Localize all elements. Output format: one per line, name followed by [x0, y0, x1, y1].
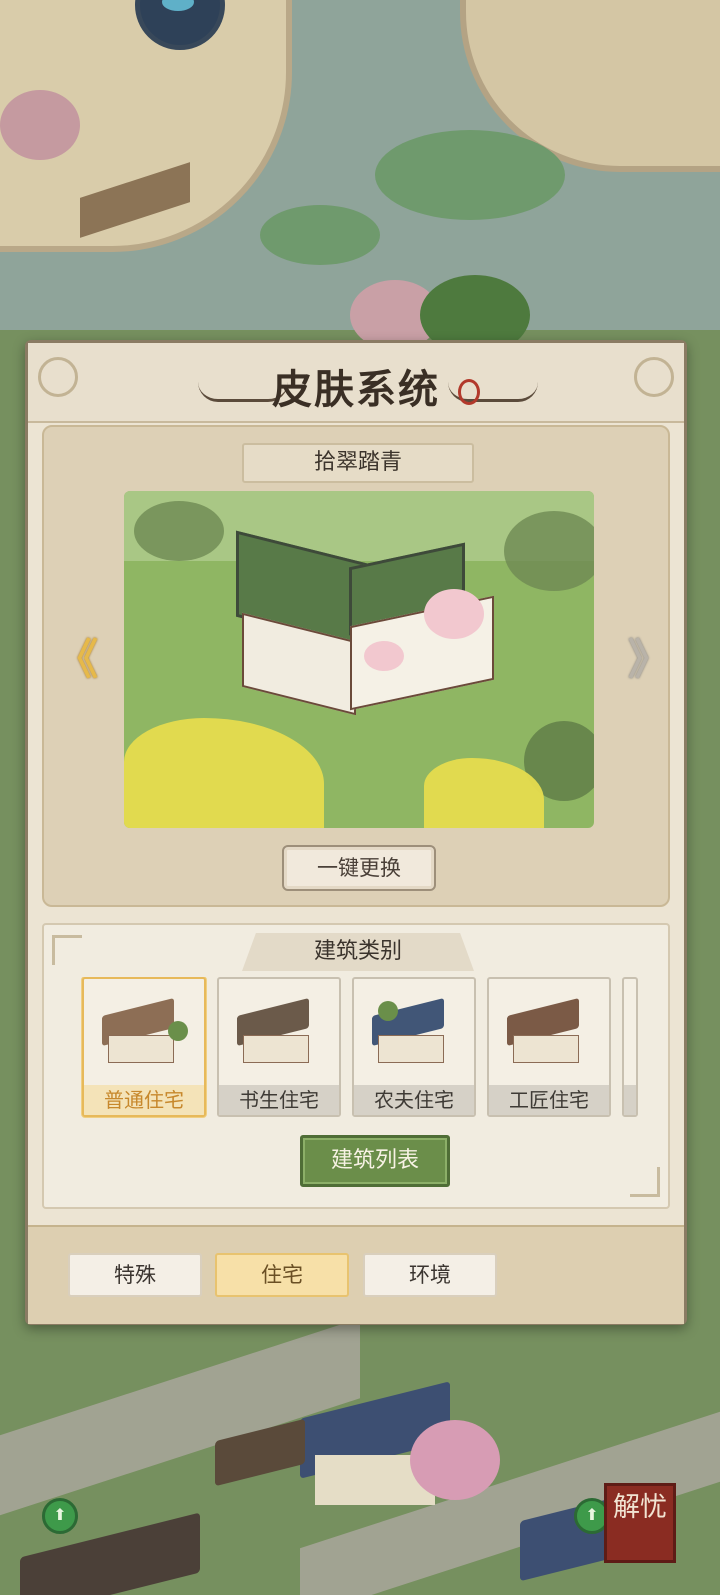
previous-skin-arrow[interactable]: 《 — [54, 637, 100, 683]
category-title: 建筑类别 — [242, 933, 474, 971]
preview-blossom — [364, 641, 404, 671]
category-tab-bar: 特殊 住宅 环境 — [28, 1225, 684, 1324]
one-click-replace-button[interactable]: 一键更换 — [282, 845, 436, 891]
panel-title: 皮肤系统 — [272, 366, 440, 413]
panel-header: 皮肤系统 — [28, 343, 684, 423]
building-list-button[interactable]: 建筑列表 — [300, 1135, 450, 1187]
building-thumbnail — [98, 998, 190, 1067]
skin-preview-area: 拾翠踏青 《 》 一键更换 — [42, 425, 670, 907]
preview-tree — [504, 511, 594, 591]
building-card-list[interactable]: 普通住宅 书生住宅 农夫住宅 工匠住宅 — [44, 977, 668, 1122]
building-card-scholar[interactable]: 书生住宅 — [217, 977, 341, 1117]
preview-flower-field — [124, 718, 324, 828]
building-category-section: 建筑类别 普通住宅 书生住宅 农夫住宅 工匠住宅 建筑列表 — [42, 923, 670, 1209]
building-card-label: 工匠住宅 — [489, 1085, 609, 1115]
blossom-tree — [410, 1420, 500, 1500]
thumb-tree — [168, 1021, 188, 1041]
tab-residence[interactable]: 住宅 — [215, 1253, 349, 1297]
lotus-patch — [260, 205, 380, 265]
thumb-wall — [108, 1035, 174, 1063]
building-thumbnail — [503, 998, 595, 1067]
skin-system-panel: 皮肤系统 拾翠踏青 《 》 一键更换 建筑类别 普通住宅 书生住宅 农夫住宅 工… — [25, 340, 687, 1325]
building-card-farmer[interactable]: 农夫住宅 — [352, 977, 476, 1117]
thumb-wall — [513, 1035, 579, 1063]
building-card-ordinary[interactable]: 普通住宅 — [82, 977, 206, 1117]
thumb-tree — [378, 1001, 398, 1021]
thumb-wall — [378, 1035, 444, 1063]
building-card-label: 书生住宅 — [219, 1085, 339, 1115]
jieyou-seal-button[interactable]: 解忧 — [604, 1483, 676, 1563]
building-card-label — [624, 1085, 636, 1115]
lotus-patch — [375, 130, 565, 220]
blossom-tree — [0, 90, 80, 160]
building-thumbnail — [233, 998, 325, 1067]
building-card-label: 农夫住宅 — [354, 1085, 474, 1115]
tab-special[interactable]: 特殊 — [68, 1253, 202, 1297]
thumb-wall — [243, 1035, 309, 1063]
skin-preview-image — [124, 491, 594, 828]
skin-name-label: 拾翠踏青 — [242, 443, 474, 483]
building-card-partial[interactable] — [622, 977, 638, 1117]
next-skin-arrow[interactable]: 》 — [626, 637, 672, 683]
upgrade-arrow-icon[interactable]: ⬆ — [42, 1498, 78, 1534]
fret-ornament-icon — [630, 1167, 660, 1197]
preview-blossom — [424, 589, 484, 639]
building-thumbnail — [368, 998, 460, 1067]
preview-tree — [134, 501, 224, 561]
building-card-craftsman[interactable]: 工匠住宅 — [487, 977, 611, 1117]
fret-ornament-icon — [52, 935, 82, 965]
flame-seal-icon — [458, 379, 480, 405]
building-card-label: 普通住宅 — [84, 1085, 204, 1115]
tab-environment[interactable]: 环境 — [363, 1253, 497, 1297]
